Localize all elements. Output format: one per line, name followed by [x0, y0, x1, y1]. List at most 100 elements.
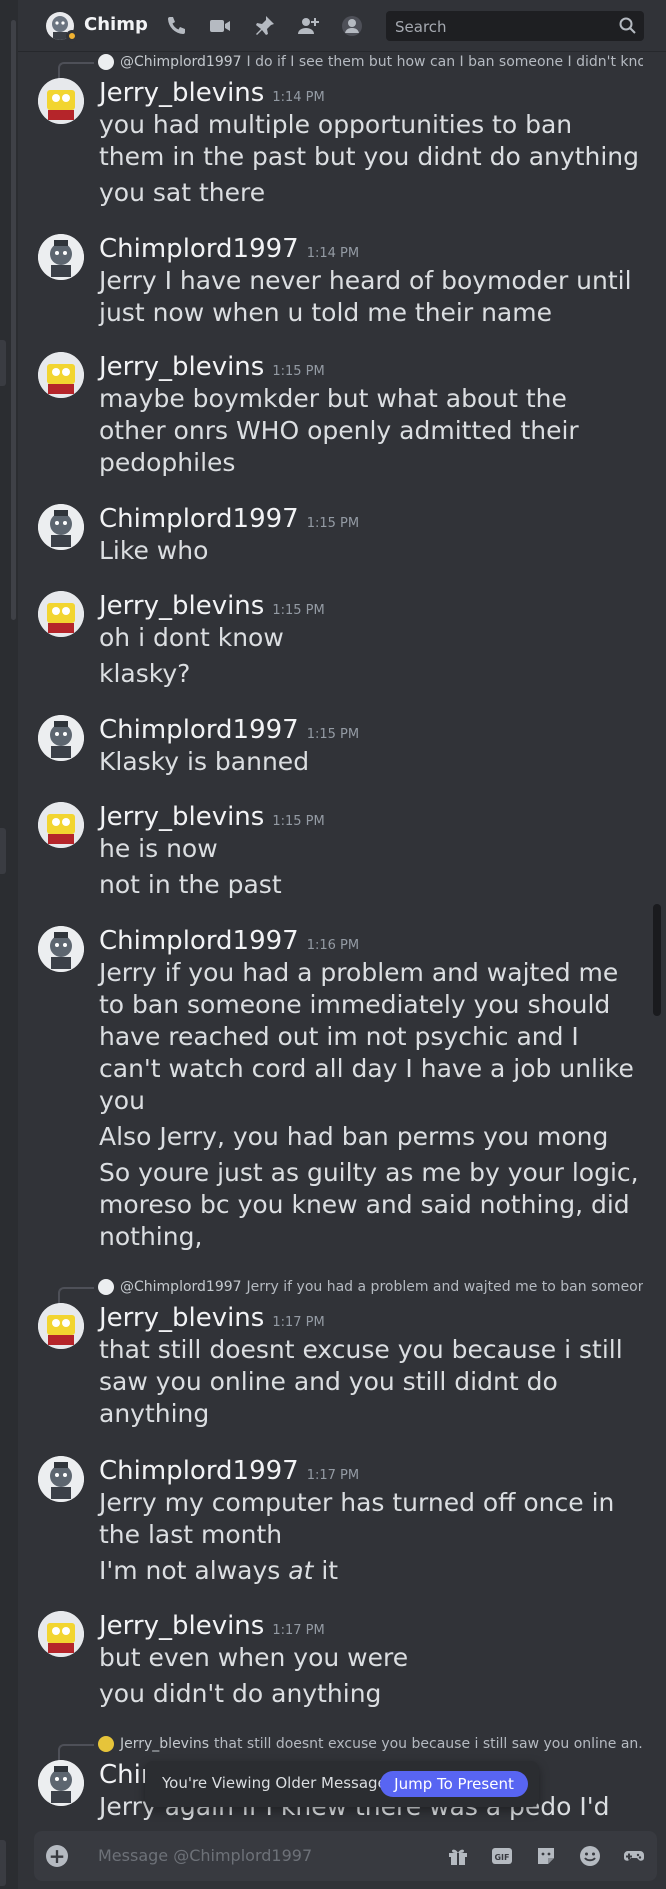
avatar[interactable]	[38, 1611, 84, 1657]
author-name[interactable]: Chimplord1997 1:17 PM	[99, 1456, 359, 1486]
avatar[interactable]	[38, 78, 84, 124]
author-name[interactable]: Jerry_blevins 1:15 PM	[99, 802, 325, 832]
message-text: the last month	[99, 1520, 283, 1549]
search-box[interactable]: Search	[386, 11, 644, 41]
message-scrollbar[interactable]	[651, 52, 661, 1830]
reply-username: Jerry_blevins	[120, 1736, 210, 1752]
author-label[interactable]: Chimplord1997	[99, 926, 299, 956]
author-name[interactable]: Jerry_blevins 1:17 PM	[99, 1303, 325, 1333]
avatar[interactable]	[38, 504, 84, 550]
author-label[interactable]: Jerry_blevins	[99, 1611, 264, 1641]
author-label[interactable]: Chimplord1997	[99, 504, 299, 534]
reply-username: @Chimplord1997	[120, 1279, 242, 1295]
author-name[interactable]: Jerry_blevins 1:14 PM	[99, 78, 325, 108]
author-name[interactable]: Jerry_blevins 1:17 PM	[99, 1611, 325, 1641]
video-icon[interactable]	[208, 14, 232, 38]
reply-preview[interactable]: Jerry_blevins that still doesnt excuse y…	[98, 1734, 643, 1754]
avatar[interactable]	[38, 1760, 84, 1806]
message-text: but even when you were	[99, 1643, 409, 1672]
scroll-thumb[interactable]	[653, 904, 661, 1016]
timestamp: 1:16 PM	[306, 938, 360, 953]
author-label[interactable]: Jerry_blevins	[99, 591, 264, 621]
message-text: can't watch cord all day I have a job un…	[99, 1054, 634, 1083]
reply-connector	[58, 62, 94, 78]
avatar[interactable]	[38, 802, 84, 848]
jump-to-present-button[interactable]: Jump To Present	[380, 1771, 528, 1797]
message-text: pedophiles	[99, 448, 236, 477]
message-text-italic: at	[288, 1556, 314, 1585]
profile-icon[interactable]	[340, 14, 364, 38]
attach-plus-icon[interactable]: +	[46, 1845, 68, 1867]
avatar[interactable]	[38, 1303, 84, 1349]
message-text: oh i dont know	[99, 623, 284, 652]
phone-icon[interactable]	[164, 14, 188, 38]
older-messages-text: You're Viewing Older Messages	[162, 1774, 395, 1792]
author-label[interactable]: Jerry_blevins	[99, 1303, 264, 1333]
author-name[interactable]: Jerry_blevins 1:15 PM	[99, 352, 325, 382]
author-label[interactable]: Jerry_blevins	[99, 352, 264, 382]
timestamp: 1:14 PM	[306, 246, 360, 261]
author-label[interactable]: Chimplord1997	[99, 1456, 299, 1486]
avatar[interactable]	[38, 715, 84, 761]
message-text: anything	[99, 1399, 210, 1428]
author-name[interactable]: Chimplord1997 1:16 PM	[99, 926, 359, 956]
search-icon[interactable]	[618, 16, 638, 36]
message-text: that still doesnt excuse you because i s…	[99, 1335, 623, 1364]
timestamp: 1:17 PM	[272, 1623, 325, 1638]
timestamp: 1:17 PM	[272, 1315, 325, 1330]
message-text: Also Jerry, you had ban perms you mong	[99, 1122, 609, 1151]
message-text: saw you online and you still didnt do	[99, 1367, 558, 1396]
message-text: klasky?	[99, 659, 191, 688]
message-text-part: it	[321, 1556, 339, 1585]
svg-text:GIF: GIF	[494, 1853, 509, 1862]
message-text: moreso bc you knew and said nothing, did	[99, 1190, 630, 1219]
timestamp: 1:15 PM	[272, 814, 325, 829]
reply-connector	[58, 1287, 94, 1303]
message-text: maybe boymkder but what about the	[99, 384, 567, 413]
message-text: Like who	[99, 536, 209, 565]
message-text: Klasky is banned	[99, 747, 310, 776]
author-name[interactable]: Chimplord1997 1:15 PM	[99, 504, 359, 534]
message-list[interactable]: @Chimplord1997 I do if I see them but ho…	[18, 52, 648, 1830]
author-name[interactable]: Jerry_blevins 1:15 PM	[99, 591, 325, 621]
pin-icon[interactable]	[252, 14, 276, 38]
timestamp: 1:14 PM	[272, 90, 325, 105]
gif-icon[interactable]: GIF	[490, 1844, 514, 1868]
message-text: you didn't do anything	[99, 1679, 382, 1708]
gift-icon[interactable]	[446, 1844, 470, 1868]
message-input[interactable]: Message @Chimplord1997	[98, 1846, 312, 1865]
message-text: So youre just as guilty as me by your lo…	[99, 1158, 639, 1187]
activity-icon[interactable]	[622, 1844, 646, 1868]
reply-username: @Chimplord1997	[120, 54, 242, 70]
sidebar-scrollbar[interactable]	[11, 20, 16, 620]
avatar[interactable]	[38, 926, 84, 972]
dm-recipient-name[interactable]: Chimplord1997	[84, 14, 148, 35]
reply-preview[interactable]: @Chimplord1997 I do if I see them but ho…	[98, 52, 643, 72]
author-name[interactable]: Chimplord1997 1:14 PM	[99, 234, 359, 264]
reply-preview[interactable]: @Chimplord1997 Jerry if you had a proble…	[98, 1277, 643, 1297]
sidebar-notch	[0, 1840, 6, 1886]
sticker-icon[interactable]	[534, 1844, 558, 1868]
status-idle-indicator	[66, 30, 78, 42]
avatar[interactable]	[38, 234, 84, 280]
author-label[interactable]: Chimplord1997	[99, 715, 299, 745]
emoji-icon[interactable]	[578, 1844, 602, 1868]
author-label[interactable]: Jerry_blevins	[99, 802, 264, 832]
author-label[interactable]: Chimplord1997	[99, 234, 299, 264]
timestamp: 1:15 PM	[306, 727, 360, 742]
message-text: just now when u told me their name	[99, 298, 552, 327]
avatar[interactable]	[38, 1456, 84, 1502]
author-label[interactable]: Jerry_blevins	[99, 78, 264, 108]
avatar[interactable]	[38, 591, 84, 637]
message-text: I'm not always at it	[99, 1555, 639, 1587]
add-friend-icon[interactable]	[296, 14, 320, 38]
older-messages-banner: You're Viewing Older Messages Jump To Pr…	[145, 1761, 539, 1807]
author-name[interactable]: Chimplord1997 1:15 PM	[99, 715, 359, 745]
timestamp: 1:15 PM	[272, 364, 325, 379]
sidebar-notch	[0, 828, 6, 874]
message-composer[interactable]: + Message @Chimplord1997 GIF	[34, 1831, 657, 1881]
avatar[interactable]	[38, 352, 84, 398]
message-text: not in the past	[99, 870, 282, 899]
dm-header: Chimplord1997 Search	[18, 0, 666, 52]
timestamp: 1:17 PM	[306, 1468, 360, 1483]
